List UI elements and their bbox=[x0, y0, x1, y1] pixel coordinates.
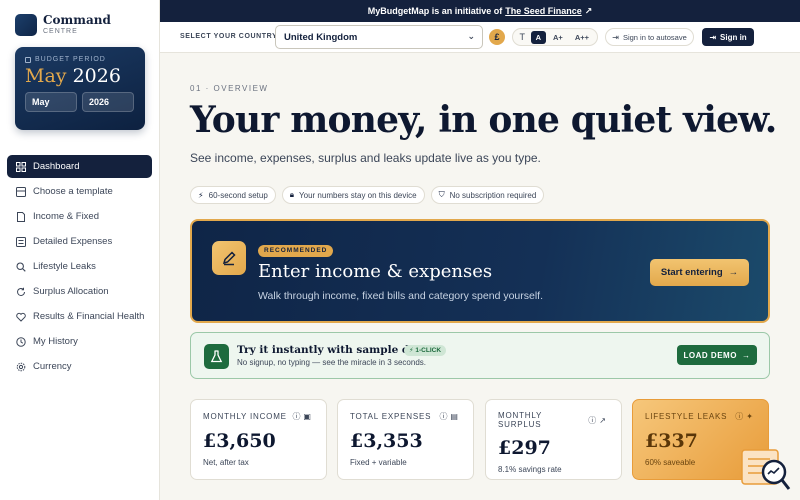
gear-icon bbox=[16, 362, 26, 371]
year-select[interactable]: 2026 bbox=[82, 92, 134, 112]
toolbar: SELECT YOUR COUNTRY United Kingdom ⌄ £ T… bbox=[160, 22, 800, 53]
brand-sub: CENTRE bbox=[43, 28, 78, 35]
demo-title: Try it instantly with sample data bbox=[237, 344, 428, 356]
file-icon bbox=[17, 211, 25, 222]
sign-in-autosave-button[interactable]: ⇥ Sign in to autosave bbox=[605, 28, 694, 46]
seed-finance-link[interactable]: The Seed Finance bbox=[505, 6, 582, 16]
brand-name: Command bbox=[43, 13, 111, 27]
chip-privacy: 🔒︎ Your numbers stay on this device bbox=[281, 186, 425, 204]
kpi-caption: Fixed + variable bbox=[350, 458, 407, 467]
external-link-icon: ↗ bbox=[584, 5, 593, 16]
recommended-badge: RECOMMENDED bbox=[258, 245, 334, 257]
cta-title: Enter income & expenses bbox=[258, 261, 493, 282]
lock-icon: 🔒︎ bbox=[289, 190, 295, 199]
sidebar-item-lifestyle-leaks[interactable]: Lifestyle Leaks bbox=[7, 255, 152, 278]
heart-icon bbox=[16, 312, 26, 322]
arrow-right-icon: → bbox=[728, 267, 739, 278]
page-title: Your money, in one quiet view. bbox=[190, 99, 777, 141]
initiative-banner: MyBudgetMap is an initiative of The Seed… bbox=[160, 0, 800, 22]
grid-icon bbox=[16, 161, 26, 172]
country-select[interactable]: United Kingdom ⌄ bbox=[275, 25, 483, 49]
country-label: SELECT YOUR COUNTRY bbox=[180, 33, 278, 40]
kpi-value: £3,353 bbox=[350, 430, 423, 452]
login-icon: ⇥ bbox=[612, 32, 619, 42]
history-icon bbox=[16, 336, 26, 347]
kpi-monthly-income[interactable]: MONTHLY INCOME ⓘ▣ £3,650 Net, after tax bbox=[190, 399, 327, 480]
brand-logo-icon bbox=[15, 14, 37, 36]
kpi-value: £297 bbox=[498, 437, 551, 459]
pencil-icon bbox=[212, 241, 246, 275]
page-subtitle: See income, expenses, surplus and leaks … bbox=[190, 151, 541, 165]
section-eyebrow: 01 · OVERVIEW bbox=[190, 84, 269, 93]
font-size-xlarge-button[interactable]: A++ bbox=[570, 31, 594, 44]
budget-period-label: BUDGET PERIOD bbox=[35, 56, 106, 63]
sidebar-nav: Dashboard Choose a template Income & Fix… bbox=[7, 155, 152, 380]
kpi-value: £3,650 bbox=[203, 430, 276, 452]
month-select[interactable]: May bbox=[25, 92, 77, 112]
sidebar-item-currency[interactable]: Currency bbox=[7, 355, 152, 378]
arrow-right-icon: → bbox=[741, 350, 751, 360]
enter-expenses-card: RECOMMENDED Enter income & expenses Walk… bbox=[190, 219, 770, 323]
info-trend-icon: ⓘ↗ bbox=[588, 415, 609, 425]
kpi-monthly-surplus[interactable]: MONTHLY SURPLUS ⓘ↗ £297 8.1% savings rate bbox=[485, 399, 622, 480]
sidebar-item-my-history[interactable]: My History bbox=[7, 330, 152, 353]
sidebar-item-detailed-expenses[interactable]: Detailed Expenses bbox=[7, 230, 152, 253]
kpi-caption: Net, after tax bbox=[203, 458, 249, 467]
assistant-search-icon[interactable] bbox=[740, 446, 792, 494]
chip-setup: ⚡ 60-second setup bbox=[190, 186, 276, 204]
sidebar-item-choose-template[interactable]: Choose a template bbox=[7, 180, 152, 203]
font-size-normal-button[interactable]: A bbox=[530, 30, 547, 44]
chip-no-subscription: ⛉ No subscription required bbox=[430, 186, 545, 204]
text-size-icon: T bbox=[519, 32, 526, 42]
sidebar-item-surplus-allocation[interactable]: Surplus Allocation bbox=[7, 280, 152, 303]
sidebar-item-dashboard[interactable]: Dashboard bbox=[7, 155, 152, 178]
info-receipt-icon: ⓘ▤ bbox=[439, 412, 461, 421]
feature-chips: ⚡ 60-second setup 🔒︎ Your numbers stay on … bbox=[190, 186, 545, 204]
refresh-icon bbox=[17, 287, 25, 296]
budget-period-card: BUDGET PERIOD May 2026 May 2026 bbox=[15, 47, 145, 130]
load-demo-button[interactable]: LOAD DEMO → bbox=[677, 345, 757, 365]
budget-period-display: May 2026 bbox=[25, 65, 121, 87]
info-wallet-icon: ⓘ▣ bbox=[292, 412, 314, 421]
demo-subtitle: No signup, no typing — see the miracle i… bbox=[237, 358, 426, 367]
list-icon bbox=[16, 236, 26, 247]
kpi-caption: 8.1% savings rate bbox=[498, 465, 562, 474]
banner-text: MyBudgetMap is an initiative of bbox=[367, 6, 503, 16]
sample-data-card: Try it instantly with sample data ⚡ 1-CL… bbox=[190, 332, 770, 379]
calendar-icon bbox=[25, 56, 31, 63]
font-size-group: T A A+ A++ bbox=[512, 28, 598, 46]
shield-icon: ⛉ bbox=[438, 190, 445, 199]
login-icon: ⇥ bbox=[709, 32, 717, 42]
cta-subtitle: Walk through income, fixed bills and cat… bbox=[258, 290, 544, 302]
lightning-icon: ⚡ bbox=[409, 347, 414, 354]
start-entering-button[interactable]: Start entering → bbox=[650, 259, 749, 286]
flask-icon bbox=[204, 344, 229, 369]
kpi-total-expenses[interactable]: TOTAL EXPENSES ⓘ▤ £3,353 Fixed + variable bbox=[337, 399, 474, 480]
chevron-down-icon: ⌄ bbox=[467, 31, 475, 41]
brand[interactable]: Command CENTRE bbox=[15, 14, 111, 36]
kpi-cards: MONTHLY INCOME ⓘ▣ £3,650 Net, after tax T… bbox=[190, 399, 770, 481]
sidebar-item-results-health[interactable]: Results & Financial Health bbox=[7, 305, 152, 328]
template-icon bbox=[16, 186, 26, 197]
search-icon bbox=[16, 261, 26, 272]
info-sparkle-icon: ⓘ✦ bbox=[735, 412, 756, 421]
font-size-large-button[interactable]: A+ bbox=[548, 31, 568, 44]
currency-badge[interactable]: £ bbox=[489, 29, 505, 45]
lightning-icon: ⚡ bbox=[198, 190, 204, 200]
sidebar: Command CENTRE BUDGET PERIOD May 2026 Ma… bbox=[0, 0, 160, 500]
one-click-badge: ⚡ 1-CLICK bbox=[404, 345, 447, 356]
sign-in-button[interactable]: ⇥ Sign in bbox=[702, 28, 754, 46]
sidebar-item-income-fixed[interactable]: Income & Fixed bbox=[7, 205, 152, 228]
